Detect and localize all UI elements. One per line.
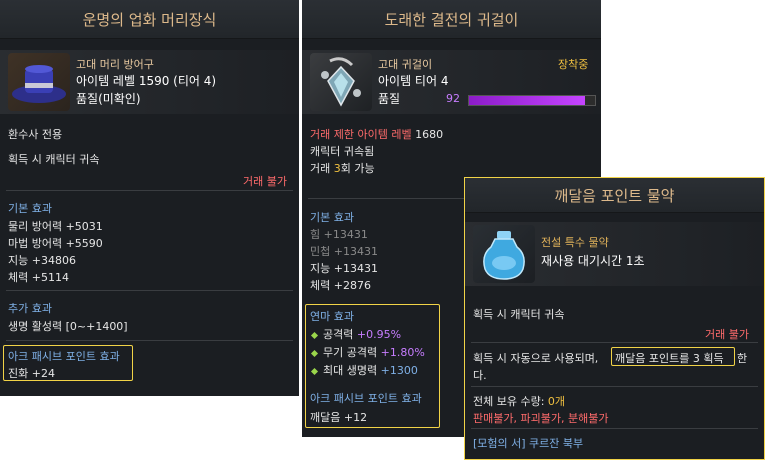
item-category: 고대 머리 방어구 bbox=[76, 58, 154, 71]
item-header: 고대 귀걸이 장착중 아이템 티어 4 품질 92 bbox=[302, 50, 601, 114]
restrictions: 판매불가, 파괴불가, 분해불가 bbox=[473, 412, 609, 425]
bind-info: 획득 시 캐릭터 귀속 bbox=[473, 308, 565, 321]
item-tier: 아이템 티어 4 bbox=[378, 74, 449, 88]
description-highlight-text: 깨달음 포인트를 3 획득 bbox=[615, 352, 724, 365]
tooltip-potion: 깨달음 포인트 물약 전설 특수 물약 재사용 대기시간 1초 획득 시 캐릭터… bbox=[464, 177, 765, 460]
refine-line: 공격력 +0.95% bbox=[310, 326, 401, 342]
quality-bar bbox=[468, 95, 596, 106]
stat-line-inactive: 민첩 +13431 bbox=[310, 245, 378, 258]
stat-line: 지능 +34806 bbox=[8, 254, 76, 267]
basic-effect-title: 기본 효과 bbox=[8, 202, 52, 215]
quality-value: 92 bbox=[446, 92, 460, 105]
potion-icon bbox=[473, 225, 535, 283]
trade-count: 거래 3회 가능 bbox=[310, 162, 375, 175]
trade-status: 거래 불가 bbox=[243, 175, 287, 188]
stat-line: 체력 +2876 bbox=[310, 279, 371, 292]
stat-line-inactive: 힘 +13431 bbox=[310, 228, 368, 241]
stat-line: 체력 +5114 bbox=[8, 271, 69, 284]
item-title: 도래한 결전의 귀걸이 bbox=[302, 0, 601, 39]
item-title: 깨달음 포인트 물약 bbox=[465, 178, 764, 213]
trade-status: 거래 불가 bbox=[705, 328, 749, 341]
stat-line: 지능 +13431 bbox=[310, 262, 378, 275]
stat-line: 마법 방어력 +5590 bbox=[8, 237, 103, 250]
stat-line: 물리 방어력 +5031 bbox=[8, 220, 103, 233]
earring-icon bbox=[310, 53, 372, 111]
ark-passive-title: 아크 패시브 포인트 효과 bbox=[310, 392, 422, 405]
item-title: 운명의 업화 머리장식 bbox=[0, 0, 299, 39]
item-header: 전설 특수 물약 재사용 대기시간 1초 bbox=[465, 222, 763, 286]
ark-passive-value: 깨달음 +12 bbox=[310, 411, 368, 424]
blue-hat-icon bbox=[8, 53, 70, 111]
acquisition-source: [모험의 서] 쿠르잔 북부 bbox=[473, 437, 584, 450]
description: 획득 시 자동으로 사용되며, bbox=[473, 352, 599, 365]
refine-effect-title: 연마 효과 bbox=[310, 310, 354, 323]
class-restriction: 환수사 전용 bbox=[8, 128, 63, 141]
description-line2: 다. bbox=[473, 369, 487, 382]
quality-label: 품질 bbox=[378, 92, 401, 106]
refine-line: 무기 공격력 +1.80% bbox=[310, 344, 425, 360]
tooltip-headgear: 운명의 업화 머리장식 고대 머리 방어구 아이템 레벨 1590 (티어 4)… bbox=[0, 0, 299, 396]
cooldown: 재사용 대기시간 1초 bbox=[541, 254, 645, 268]
item-quality: 품질(미확인) bbox=[76, 92, 141, 106]
item-level: 아이템 레벨 1590 (티어 4) bbox=[76, 74, 217, 88]
trade-level-restriction: 거래 제한 아이템 레벨 1680 bbox=[310, 128, 444, 141]
item-category: 전설 특수 물약 bbox=[541, 236, 609, 249]
owned-quantity: 전체 보유 수량: 0개 bbox=[473, 395, 566, 408]
ark-passive-title: 아크 패시브 포인트 효과 bbox=[8, 350, 120, 363]
ark-passive-value: 진화 +24 bbox=[8, 367, 55, 380]
basic-effect-title: 기본 효과 bbox=[310, 211, 354, 224]
stat-line: 생명 활성력 [0~+1400] bbox=[8, 320, 128, 333]
item-category: 고대 귀걸이 bbox=[378, 58, 433, 71]
refine-line: 최대 생명력 +1300 bbox=[310, 362, 418, 378]
description-tail: 한 bbox=[737, 352, 748, 365]
bind-info: 획득 시 캐릭터 귀속 bbox=[8, 153, 100, 166]
item-header: 고대 머리 방어구 아이템 레벨 1590 (티어 4) 품질(미확인) bbox=[0, 50, 299, 114]
equipped-badge: 장착중 bbox=[558, 58, 589, 71]
extra-effect-title: 추가 효과 bbox=[8, 302, 52, 315]
bind-info: 캐릭터 귀속됨 bbox=[310, 145, 375, 158]
